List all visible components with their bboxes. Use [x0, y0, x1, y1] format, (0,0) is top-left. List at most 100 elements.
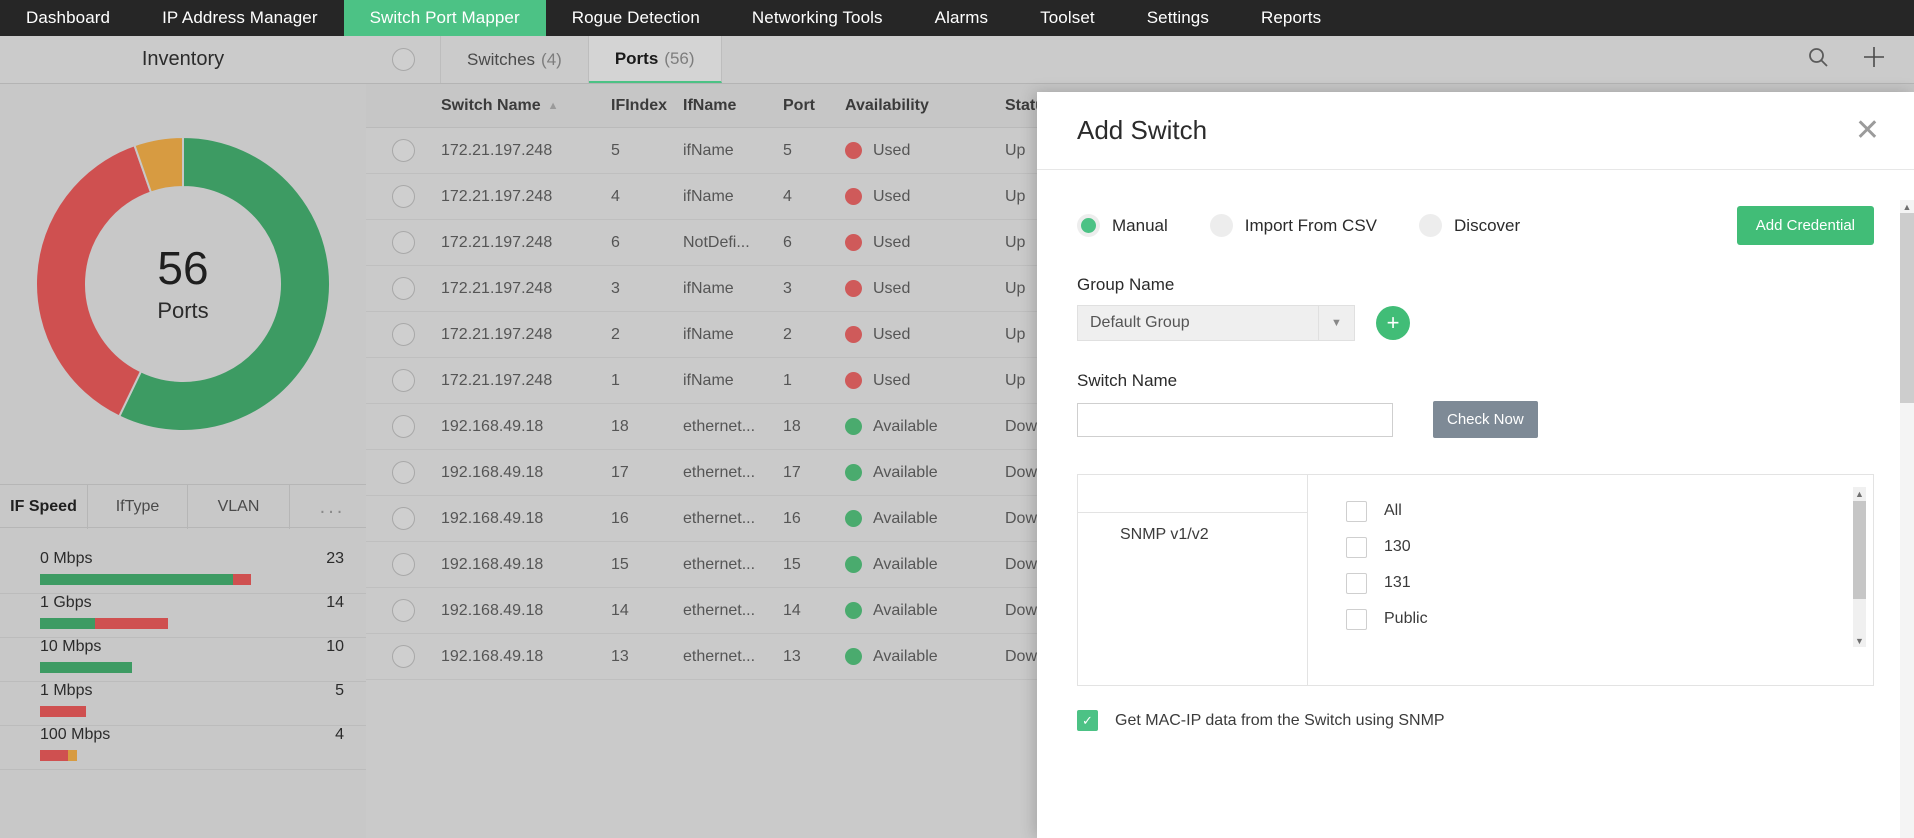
modal-scroll-up-icon[interactable]: ▲	[1900, 200, 1914, 213]
credential-list-scrollbar[interactable]: ▲ ▼	[1853, 487, 1866, 647]
radio-option-import-csv[interactable]: Import From CSV	[1209, 214, 1377, 237]
row-select-radio[interactable]	[392, 461, 415, 484]
credential-checkbox[interactable]	[1346, 500, 1367, 522]
select-all-radio[interactable]	[391, 48, 415, 71]
if-speed-row[interactable]: 10 Mbps 10	[0, 638, 366, 682]
nav-item-rogue-detection[interactable]: Rogue Detection	[546, 0, 726, 36]
credentials-area: SNMP v1/v2 All 130 131 Public ▲ ▼	[1077, 474, 1874, 686]
credential-value-row[interactable]: All	[1346, 493, 1873, 529]
modal-scrollbar[interactable]: ▲	[1900, 200, 1914, 838]
cell-availability: Available	[845, 648, 1005, 666]
nav-item-reports[interactable]: Reports	[1235, 0, 1347, 36]
credential-checkbox[interactable]	[1346, 572, 1367, 594]
get-mac-ip-option-row[interactable]: ✓ Get MAC-IP data from the Switch using …	[1077, 710, 1874, 731]
credential-type-list-header	[1078, 475, 1307, 513]
cell-switch-name: 172.21.197.248	[441, 371, 553, 389]
tab-ports[interactable]: Ports (56)	[588, 36, 722, 83]
header-ifindex[interactable]: IFIndex	[611, 97, 683, 115]
cell-availability: Used	[845, 372, 1005, 390]
radio-discover-label: Discover	[1454, 215, 1521, 235]
ports-tab-bar: Switches (4) Ports (56)	[366, 36, 1914, 84]
credential-value-row[interactable]: 131	[1346, 565, 1873, 601]
cell-ifname: ifName	[683, 279, 734, 297]
cell-availability: Used	[845, 326, 1005, 344]
cell-port: 16	[783, 509, 801, 527]
credential-checkbox[interactable]	[1346, 536, 1367, 558]
nav-item-alarms[interactable]: Alarms	[909, 0, 1015, 36]
header-ifname[interactable]: IfName	[683, 97, 783, 115]
header-switch-name[interactable]: Switch Name ▲	[441, 97, 611, 115]
ports-donut-chart-container: 56 Ports	[0, 84, 366, 484]
chart-tab-vlan[interactable]: VLAN	[188, 485, 290, 529]
nav-item-toolset[interactable]: Toolset	[1014, 0, 1121, 36]
header-port[interactable]: Port	[783, 97, 845, 115]
row-select-radio[interactable]	[392, 369, 415, 392]
credential-checkbox[interactable]	[1346, 608, 1367, 630]
inventory-sidebar: Inventory 56 Ports IF Speed IfType VLAN …	[0, 36, 376, 838]
availability-label: Used	[873, 279, 911, 297]
nav-item-networking-tools[interactable]: Networking Tools	[726, 0, 909, 36]
if-speed-row[interactable]: 100 Mbps 4	[0, 726, 366, 770]
search-icon[interactable]	[1806, 45, 1830, 74]
availability-label: Available	[873, 417, 938, 435]
close-icon[interactable]: ✕	[1855, 115, 1880, 146]
cell-ifindex: 16	[611, 509, 629, 527]
row-select-radio[interactable]	[392, 599, 415, 622]
header-availability[interactable]: Availability	[845, 97, 1005, 115]
bar-segment-available	[40, 662, 132, 673]
cell-port: 5	[783, 141, 792, 159]
row-select-radio[interactable]	[392, 415, 415, 438]
chart-tab-more-icon[interactable]: ...	[290, 485, 376, 529]
row-select-radio[interactable]	[392, 139, 415, 162]
row-select-radio[interactable]	[392, 277, 415, 300]
tab-ports-label: Ports	[614, 48, 659, 68]
availability-label: Used	[873, 141, 911, 159]
scroll-up-icon[interactable]: ▲	[1853, 487, 1866, 500]
if-speed-row[interactable]: 0 Mbps 23	[0, 550, 366, 594]
credential-scroll-thumb[interactable]	[1853, 501, 1866, 599]
row-select-radio[interactable]	[392, 507, 415, 530]
add-group-button[interactable]: +	[1376, 306, 1410, 340]
tab-bar-actions	[1806, 36, 1914, 83]
nav-item-dashboard[interactable]: Dashboard	[0, 0, 136, 36]
modal-header: Add Switch ✕	[1037, 92, 1914, 170]
if-speed-bar	[40, 662, 344, 673]
group-name-select[interactable]: Default Group ▼	[1077, 305, 1355, 341]
scroll-down-icon[interactable]: ▼	[1853, 634, 1866, 647]
add-credential-button[interactable]: Add Credential	[1736, 206, 1874, 245]
nav-item-ip-address-manager[interactable]: IP Address Manager	[136, 0, 344, 36]
cell-ifindex: 14	[611, 601, 629, 619]
cell-ifindex: 17	[611, 463, 629, 481]
chart-tab-if-speed[interactable]: IF Speed	[0, 485, 88, 529]
if-speed-row[interactable]: 1 Gbps 14	[0, 594, 366, 638]
nav-item-settings[interactable]: Settings	[1121, 0, 1235, 36]
switch-name-input[interactable]	[1077, 402, 1393, 437]
tab-switches[interactable]: Switches (4)	[441, 36, 589, 83]
row-select-radio[interactable]	[392, 645, 415, 668]
get-mac-ip-checkbox[interactable]: ✓	[1077, 710, 1098, 731]
row-select-radio[interactable]	[392, 185, 415, 208]
availability-label: Used	[873, 325, 911, 343]
credential-value-row[interactable]: Public	[1346, 601, 1873, 637]
radio-option-discover[interactable]: Discover	[1419, 214, 1520, 237]
check-now-button[interactable]: Check Now	[1433, 401, 1538, 438]
if-speed-row[interactable]: 1 Mbps 5	[0, 682, 366, 726]
credential-value-row[interactable]: 130	[1346, 529, 1873, 565]
row-select-cell	[366, 553, 441, 576]
row-select-radio[interactable]	[392, 553, 415, 576]
switch-name-row: Check Now	[1077, 401, 1874, 438]
cell-port: 2	[783, 325, 792, 343]
row-select-radio[interactable]	[392, 231, 415, 254]
modal-scroll-thumb[interactable]	[1900, 213, 1914, 403]
availability-label: Available	[873, 463, 938, 481]
cell-ifname: ifName	[683, 141, 734, 159]
add-switch-plus-icon[interactable]	[1860, 43, 1888, 76]
credential-type-snmp-v1-v2[interactable]: SNMP v1/v2	[1078, 513, 1307, 557]
select-all-cell	[366, 36, 441, 83]
chart-tab-iftype[interactable]: IfType	[88, 485, 188, 529]
row-select-radio[interactable]	[392, 323, 415, 346]
availability-status-dot	[845, 280, 862, 297]
radio-option-manual[interactable]: Manual	[1077, 214, 1168, 237]
nav-item-switch-port-mapper[interactable]: Switch Port Mapper	[343, 0, 546, 36]
bar-segment-available	[40, 618, 96, 629]
